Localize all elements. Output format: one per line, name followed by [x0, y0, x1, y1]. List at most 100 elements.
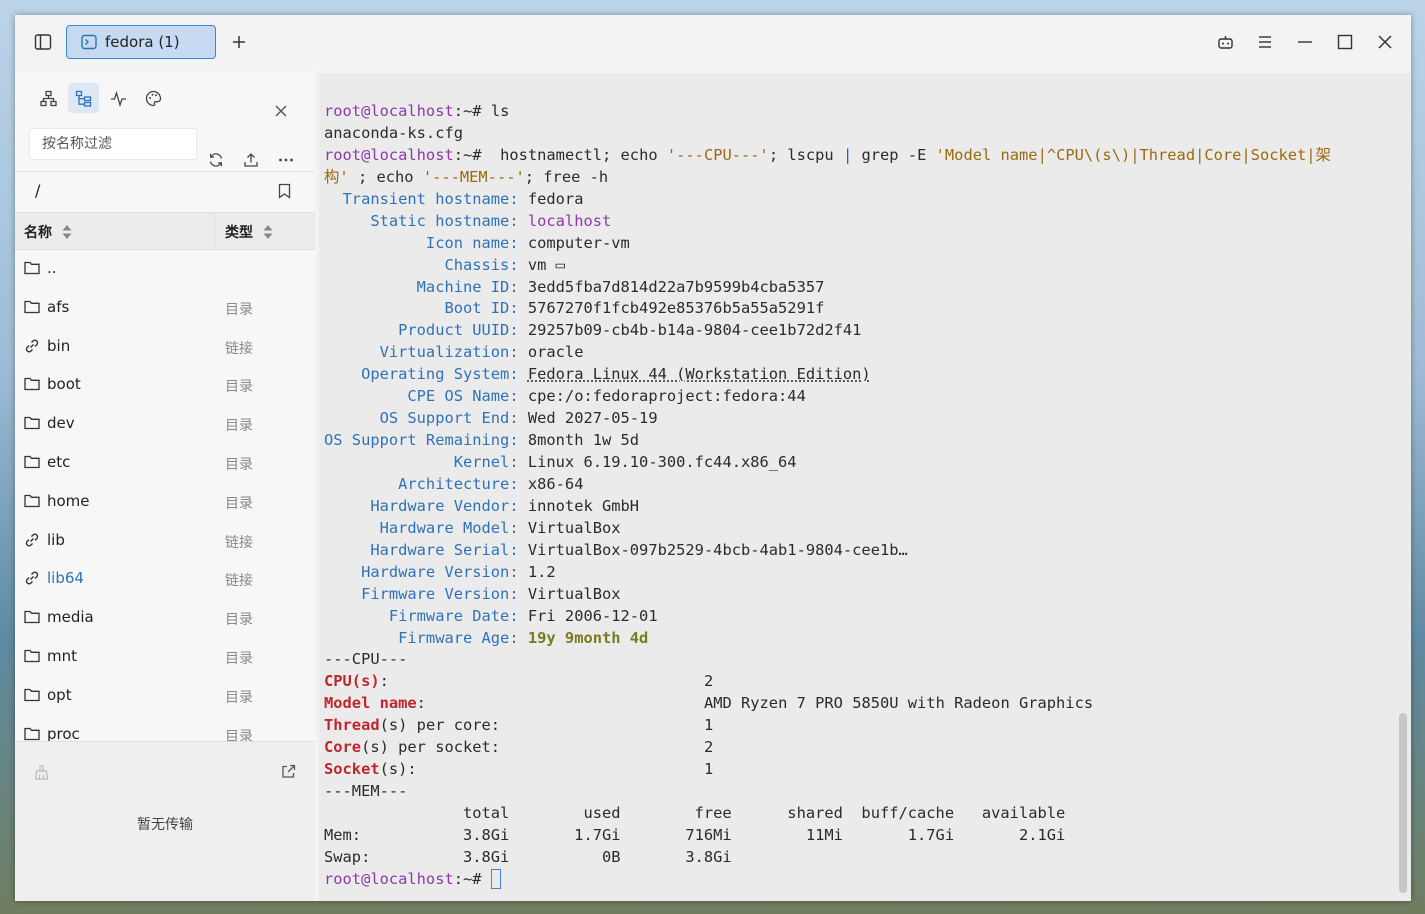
cpu-key-rest: (s) per core:: [379, 716, 501, 735]
file-name: afs: [47, 297, 70, 316]
hostinfo-value: Fedora Linux 44 (Workstation Edition): [527, 365, 871, 384]
terminal-pane[interactable]: root@localhost:~# ls anaconda-ks.cfg root@…: [319, 73, 1411, 901]
file-row[interactable]: lib 链接: [15, 523, 315, 561]
file-row[interactable]: home 目录: [15, 484, 315, 522]
file-tree-tab[interactable]: [68, 83, 99, 113]
close-sidebar-button[interactable]: [271, 101, 291, 121]
command-line: root@localhost:~# hostnamectl; echo '---…: [324, 145, 1331, 167]
hostinfo-value: VirtualBox-097b2529-4bcb-4ab1-9804-cee1b…: [527, 540, 908, 559]
prompt-suffix: :~#: [453, 145, 482, 164]
ai-assistant-button[interactable]: [1213, 30, 1237, 54]
folder-icon: [24, 726, 40, 741]
monitor-tab[interactable]: [103, 83, 134, 113]
menu-button[interactable]: [1253, 30, 1277, 54]
hostinfo-line: Architecture: x86-64: [324, 474, 1331, 496]
clear-transfers-button[interactable]: [31, 762, 51, 782]
file-type: 目录: [225, 612, 253, 629]
more-options-button[interactable]: [275, 149, 297, 171]
file-name: home: [47, 491, 90, 510]
bookmark-button[interactable]: [274, 181, 294, 201]
close-icon: [275, 105, 287, 117]
current-path[interactable]: /: [35, 181, 40, 200]
terminal-line: ---CPU---: [324, 649, 1331, 671]
minimize-button[interactable]: [1293, 30, 1317, 54]
folder-icon: [24, 415, 40, 430]
hostinfo-value: x86-64: [527, 474, 584, 493]
minimize-icon: [1298, 41, 1312, 43]
type-column-header[interactable]: 类型: [225, 222, 273, 242]
file-name: lib: [47, 530, 65, 549]
hostinfo-value: 5767270f1fcb492e85376b5a55a5291f: [527, 299, 825, 318]
hostinfo-key: OS Support Remaining:: [324, 431, 528, 450]
folder-icon: [24, 648, 40, 663]
hostinfo-key: Hardware Vendor:: [324, 496, 528, 515]
file-row[interactable]: afs 目录: [15, 290, 315, 328]
command-line: root@localhost:~#: [324, 868, 1331, 891]
refresh-button[interactable]: [205, 149, 227, 171]
sidebar-toolbar: [33, 83, 173, 113]
robot-icon: [1217, 35, 1233, 49]
section-header: ---MEM---: [324, 782, 408, 801]
terminal-scrollbar[interactable]: [1399, 713, 1407, 893]
command-text: ; echo: [348, 167, 423, 186]
file-row[interactable]: ..: [15, 251, 315, 289]
open-transfers-button[interactable]: [278, 761, 298, 781]
cpu-line: CPU(s): 2: [324, 671, 1331, 693]
file-row[interactable]: proc 目录: [15, 717, 315, 741]
cpu-key-highlight: Core: [324, 738, 362, 757]
tab-fedora[interactable]: fedora (1): [66, 25, 216, 59]
hostinfo-value: localhost: [527, 211, 612, 230]
hostinfo-line: CPE OS Name: cpe:/o:fedoraproject:fedora…: [324, 386, 1331, 408]
hamburger-icon: [1259, 36, 1271, 48]
file-type: 链接: [225, 573, 253, 590]
command-text: ; free -h: [524, 167, 609, 186]
swap-row: Swap: 3.8Gi 0B 3.8Gi: [324, 847, 732, 866]
file-row[interactable]: media 目录: [15, 600, 315, 638]
network-tab[interactable]: [33, 83, 64, 113]
file-row[interactable]: mnt 目录: [15, 639, 315, 677]
output-text: anaconda-ks.cfg: [324, 123, 463, 142]
file-row[interactable]: boot 目录: [15, 367, 315, 405]
file-row[interactable]: etc 目录: [15, 445, 315, 483]
link-icon: [24, 532, 40, 548]
hostinfo-key: Icon name:: [324, 233, 528, 252]
file-list: .. afs 目录 bin 链接 boot 目录 dev 目录 etc 目录 home 目录 lib 链接 l…: [15, 251, 315, 741]
name-column-header[interactable]: 名称: [24, 222, 72, 242]
hostinfo-line: Virtualization: oracle: [324, 342, 1331, 364]
hostinfo-value: 29257b09-cb4b-b14a-9804-cee1b72d2f41: [527, 321, 862, 340]
sidebar-toggle-button[interactable]: [31, 30, 55, 54]
maximize-button[interactable]: [1333, 30, 1357, 54]
folder-icon: [24, 299, 40, 314]
hostinfo-line: Machine ID: 3edd5fba7d814d22a7b9599b4cba…: [324, 277, 1331, 299]
hostinfo-value: 19y 9month 4d: [527, 628, 649, 647]
file-row[interactable]: bin 链接: [15, 329, 315, 367]
command-string: '---CPU---': [666, 145, 769, 164]
new-tab-button[interactable]: [227, 30, 251, 54]
command-text: hostnamectl; echo: [481, 145, 667, 164]
file-row[interactable]: dev 目录: [15, 406, 315, 444]
command-line: root@localhost:~# ls: [324, 101, 1331, 123]
upload-button[interactable]: [240, 149, 262, 171]
sidebar-icon: [34, 34, 52, 50]
hostinfo-line: Kernel: Linux 6.19.10-300.fc44.x86_64: [324, 452, 1331, 474]
hostinfo-value: Fri 2006-12-01: [527, 606, 658, 625]
filter-input[interactable]: 按名称过滤: [29, 128, 197, 160]
hostinfo-key: Kernel:: [324, 453, 528, 471]
folder-icon: [24, 687, 40, 702]
terminal-icon: [81, 34, 97, 50]
padding: [426, 694, 704, 712]
hostinfo-value: oracle: [527, 343, 584, 362]
file-type: 目录: [225, 457, 253, 473]
hostinfo-key: Hardware Serial:: [324, 540, 528, 559]
folder-icon: [24, 454, 40, 469]
close-window-button[interactable]: [1373, 30, 1397, 54]
hostinfo-value: 1.2: [527, 562, 556, 581]
hostinfo-line: Chassis: vm ▭: [324, 255, 1331, 277]
file-row[interactable]: lib64 链接: [15, 561, 315, 599]
theme-tab[interactable]: [138, 83, 169, 113]
file-name: lib64: [47, 569, 84, 588]
file-name: mnt: [47, 647, 77, 665]
hostinfo-key: Hardware Version:: [324, 562, 528, 581]
file-row[interactable]: opt 目录: [15, 678, 315, 716]
column-divider[interactable]: [214, 213, 215, 251]
